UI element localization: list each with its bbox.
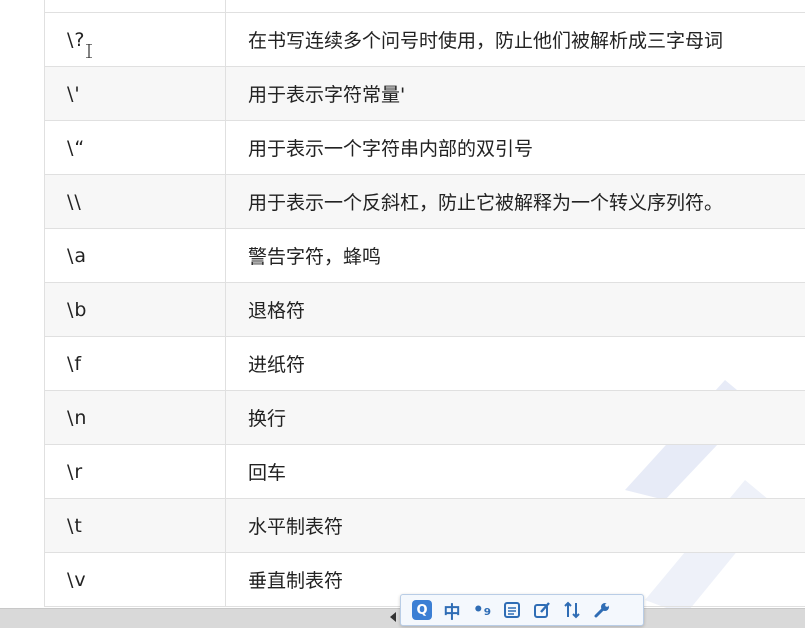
chinese-mode-button[interactable]: 中 (437, 597, 467, 623)
escape-description-cell (225, 0, 805, 13)
punctuation-button[interactable]: •₉ (467, 597, 497, 623)
escape-code-cell (44, 0, 226, 13)
wrench-icon (594, 603, 609, 618)
escape-sequence-table-container: \? 在书写连续多个问号时使用，防止他们被解析成三字母词 \' 用于表示字符常量… (44, 0, 805, 610)
escape-code-cell: \n (44, 390, 226, 445)
escape-code-cell: \v (44, 552, 226, 607)
escape-code-cell: \b (44, 282, 226, 337)
escape-code-cell: \f (44, 336, 226, 391)
table-row: \? 在书写连续多个问号时使用，防止他们被解析成三字母词 (44, 12, 805, 67)
ime-logo-icon: Q (412, 600, 432, 620)
escape-sequence-table: \? 在书写连续多个问号时使用，防止他们被解析成三字母词 \' 用于表示字符常量… (44, 0, 805, 607)
keyboard-icon (504, 602, 520, 618)
ime-logo-button[interactable]: Q (407, 597, 437, 623)
escape-code-cell: \' (44, 66, 226, 121)
escape-description-cell: 进纸符 (225, 336, 805, 391)
tools-button[interactable] (557, 597, 587, 623)
chinese-mode-icon: 中 (443, 602, 461, 623)
table-row: \f 进纸符 (44, 336, 805, 391)
escape-code-cell: \a (44, 228, 226, 283)
table-row: \r 回车 (44, 444, 805, 499)
escape-code-cell: \“ (44, 120, 226, 175)
table-row: \t 水平制表符 (44, 498, 805, 553)
escape-description-cell: 用于表示一个字符串内部的双引号 (225, 120, 805, 175)
punctuation-icon: •₉ (472, 600, 492, 620)
escape-code-cell: \\ (44, 174, 226, 229)
skin-icon (534, 602, 550, 618)
table-row (44, 0, 805, 13)
escape-description-cell: 用于表示字符常量' (225, 66, 805, 121)
table-row: \' 用于表示字符常量' (44, 66, 805, 121)
screenshot: \? 在书写连续多个问号时使用，防止他们被解析成三字母词 \' 用于表示字符常量… (0, 0, 805, 628)
table-row: \a 警告字符，蜂鸣 (44, 228, 805, 283)
escape-description-cell: 水平制表符 (225, 498, 805, 553)
ime-toolbar[interactable]: Q 中 •₉ (400, 594, 644, 626)
skin-button[interactable] (527, 597, 557, 623)
table-row: \“ 用于表示一个字符串内部的双引号 (44, 120, 805, 175)
escape-description-cell: 换行 (225, 390, 805, 445)
table-row: \b 退格符 (44, 282, 805, 337)
keyboard-button[interactable] (497, 597, 527, 623)
table-row: \n 换行 (44, 390, 805, 445)
escape-description-cell: 在书写连续多个问号时使用，防止他们被解析成三字母词 (225, 12, 805, 67)
escape-code-cell: \? (44, 12, 226, 67)
collapse-arrow-icon[interactable] (390, 612, 396, 622)
escape-code-cell: \r (44, 444, 226, 499)
escape-description-cell: 回车 (225, 444, 805, 499)
tools-icon (564, 601, 580, 619)
escape-description-cell: 用于表示一个反斜杠，防止它被解释为一个转义序列符。 (225, 174, 805, 229)
table-row: \\ 用于表示一个反斜杠，防止它被解释为一个转义序列符。 (44, 174, 805, 229)
escape-code-cell: \t (44, 498, 226, 553)
text-cursor-icon (86, 44, 92, 58)
settings-button[interactable] (587, 597, 617, 623)
escape-description-cell: 退格符 (225, 282, 805, 337)
escape-description-cell: 警告字符，蜂鸣 (225, 228, 805, 283)
